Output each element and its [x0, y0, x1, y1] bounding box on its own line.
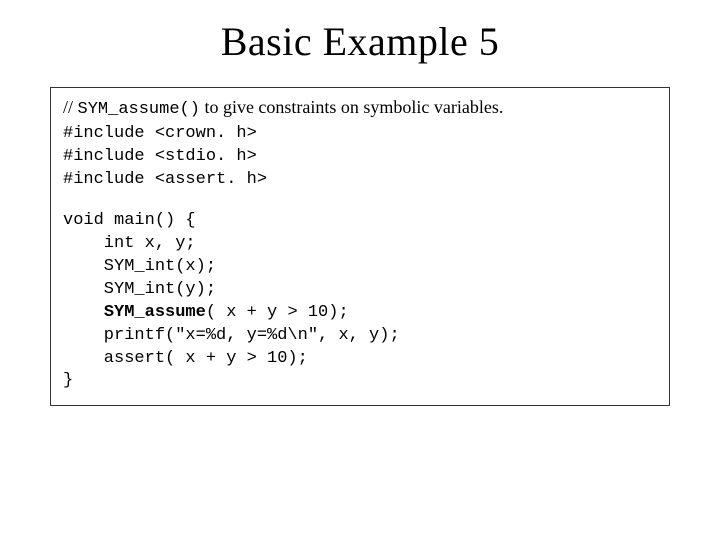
slide: Basic Example 5 // SYM_assume() to give …: [0, 0, 720, 540]
comment-line: // SYM_assume() to give constraints on s…: [63, 96, 657, 121]
comment-prefix: //: [63, 97, 78, 117]
code-body-bold: SYM_assume: [104, 303, 206, 322]
includes-block: #include <crown. h> #include <stdio. h> …: [63, 123, 657, 192]
code-box: // SYM_assume() to give constraints on s…: [50, 87, 670, 406]
comment-suffix: to give constraints on symbolic variable…: [200, 97, 503, 117]
comment-code: SYM_assume(): [78, 100, 200, 119]
code-body: void main() { int x, y; SYM_int(x); SYM_…: [63, 210, 657, 394]
slide-title: Basic Example 5: [50, 18, 670, 65]
